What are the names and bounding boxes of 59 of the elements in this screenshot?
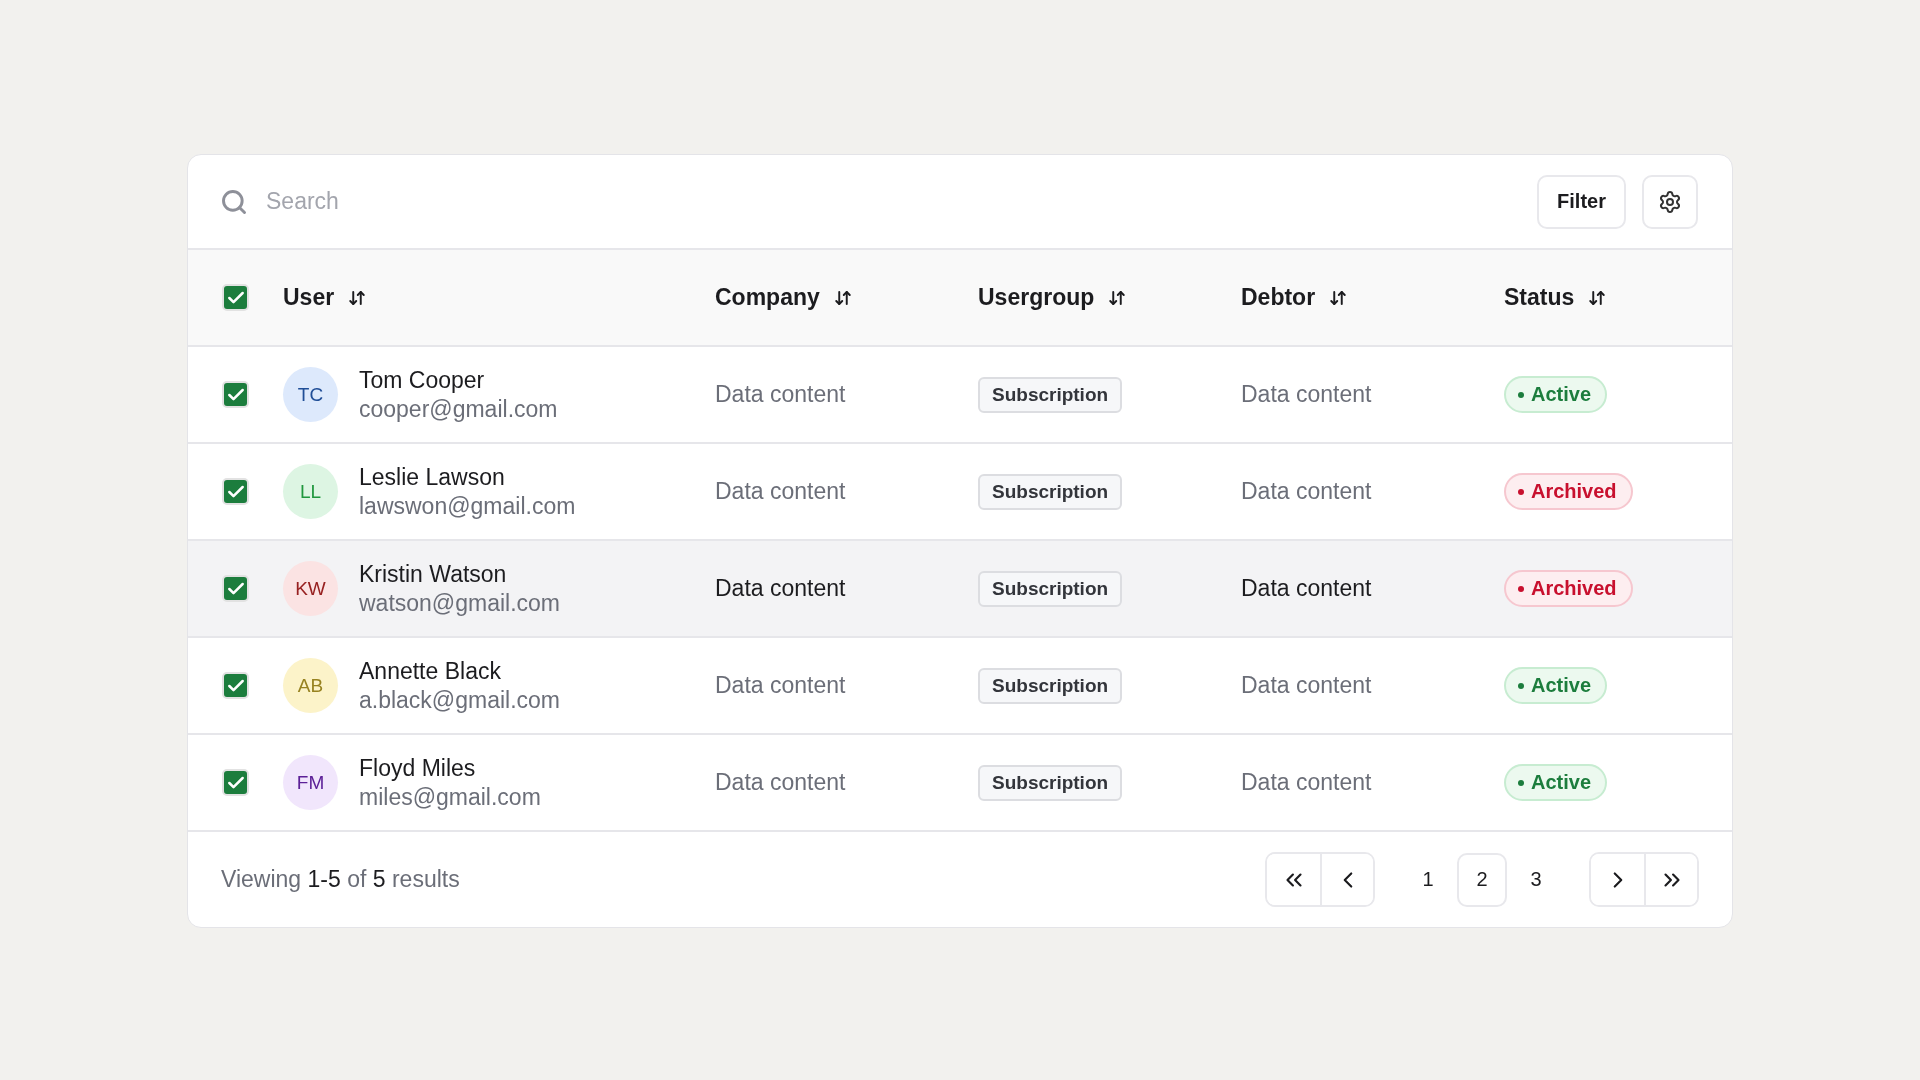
debtor-cell-text: Data content <box>1241 575 1373 602</box>
user-name: Leslie Lawson <box>359 463 506 491</box>
avatar: TC <box>283 367 338 422</box>
company-cell-text: Data content <box>715 381 847 408</box>
row-checkbox[interactable] <box>222 769 249 796</box>
last-page-button[interactable] <box>1644 854 1697 905</box>
debtor-cell-text: Data content <box>1241 769 1373 796</box>
company-cell-text: Data content <box>715 672 847 699</box>
user-name: Annette Black <box>359 657 502 685</box>
sort-icon[interactable] <box>348 288 367 307</box>
user-name: Floyd Miles <box>359 754 477 782</box>
search-icon <box>220 187 248 216</box>
status-badge: Archived <box>1504 473 1633 510</box>
sort-icon[interactable] <box>1588 288 1607 307</box>
user-email: miles@gmail.com <box>359 783 541 811</box>
usergroup-tag: Subscription <box>978 667 1123 704</box>
user-name: Kristin Watson <box>359 560 508 588</box>
usergroup-tag: Subscription <box>978 376 1123 413</box>
company-cell-text: Data content <box>715 575 847 602</box>
debtor-cell-text: Data content <box>1241 478 1373 505</box>
usergroup-tag: Subscription <box>978 570 1123 607</box>
status-badge: Active <box>1504 376 1608 413</box>
row-checkbox[interactable] <box>222 478 249 505</box>
avatar: KW <box>283 561 338 616</box>
sort-icon[interactable] <box>1329 288 1348 307</box>
user-name: Tom Cooper <box>359 366 486 394</box>
usergroup-tag: Subscription <box>978 764 1123 801</box>
row-checkbox[interactable] <box>222 672 249 699</box>
row-checkbox[interactable] <box>222 381 249 408</box>
avatar: LL <box>283 464 338 519</box>
row-checkbox[interactable] <box>222 575 249 602</box>
avatar: FM <box>283 755 338 810</box>
column-header: Usergroup <box>978 284 1095 311</box>
table-row[interactable]: KW Kristin Watson watson@gmail.com Data content Subscription Data content Archived <box>188 541 1732 638</box>
avatar: AB <box>283 658 338 713</box>
page-button[interactable]: 2 <box>1457 852 1507 907</box>
user-email: watson@gmail.com <box>359 589 561 617</box>
column-header: Debtor <box>1241 284 1316 311</box>
column-header: Status <box>1504 284 1575 311</box>
filter-button[interactable]: Filter <box>1537 174 1626 229</box>
settings-icon <box>1658 189 1682 214</box>
debtor-cell-text: Data content <box>1241 381 1373 408</box>
column-header: User <box>283 284 335 311</box>
company-cell-text: Data content <box>715 769 847 796</box>
status-badge: Active <box>1504 764 1608 801</box>
user-email: lawswon@gmail.com <box>359 492 576 520</box>
sort-icon[interactable] <box>1108 288 1127 307</box>
status-badge: Archived <box>1504 570 1633 607</box>
results-summary: Viewing 1-5 of 5 results <box>221 866 460 893</box>
column-header: Company <box>715 284 820 311</box>
user-email: a.black@gmail.com <box>359 686 561 714</box>
select-all-checkbox[interactable] <box>222 284 249 311</box>
sort-icon[interactable] <box>833 288 852 307</box>
user-email: cooper@gmail.com <box>359 395 558 423</box>
status-badge: Active <box>1504 667 1608 704</box>
usergroup-tag: Subscription <box>978 473 1123 510</box>
settings-button[interactable] <box>1642 174 1698 229</box>
debtor-cell-text: Data content <box>1241 672 1373 699</box>
company-cell-text: Data content <box>715 478 847 505</box>
